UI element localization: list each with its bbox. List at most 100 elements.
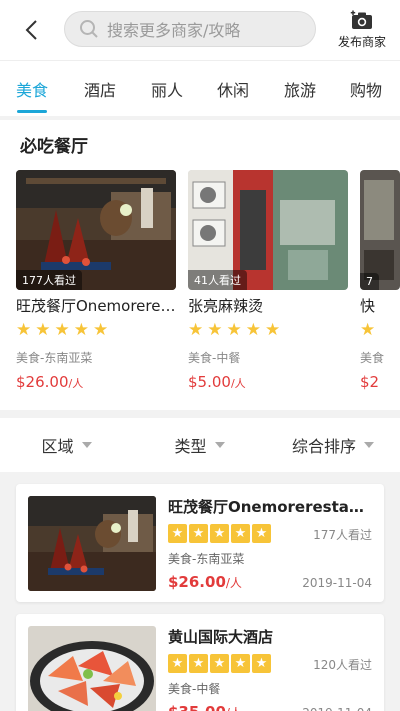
post-date: 2019-11-04 [302, 706, 372, 711]
filter-area[interactable]: 区域 [0, 433, 133, 457]
must-eat-section: 必吃餐厅 177人看过 旺茂餐厅Onemorerest ★ ★ ★ ★ ★ 美食… [0, 120, 400, 410]
star-icon: ★ [168, 654, 187, 673]
caret-down-icon [364, 442, 374, 448]
star-icon: ★ [54, 320, 70, 340]
star-icon: ★ [188, 320, 204, 340]
star-icon: ★ [265, 320, 281, 340]
restaurant-category: 美食-中餐 [188, 351, 241, 365]
list-item[interactable]: 旺茂餐厅Onemorerestaurant ★ ★ ★ ★ ★ 177人看过 美… [16, 484, 384, 602]
top-bar: 搜索更多商家/攻略 发布商家 [0, 0, 400, 60]
restaurant-category: 美食-中餐 [168, 682, 221, 696]
views-badge: 41人看过 [188, 270, 247, 290]
search-placeholder: 搜索更多商家/攻略 [107, 21, 241, 40]
price-value: $35.00 [168, 703, 226, 711]
restaurant-photo: 41人看过 [188, 170, 348, 290]
tab-label: 美食 [16, 80, 49, 100]
star-icon: ★ [360, 320, 376, 340]
restaurant-price: $2 [360, 372, 400, 391]
restaurant-name: 快 [360, 297, 376, 315]
price-value: $26.00 [16, 373, 69, 391]
restaurant-card[interactable]: 177人看过 旺茂餐厅Onemorerestaurant ★ ★ ★ ★ ★ 美… [16, 170, 176, 391]
restaurant-photo: 7 [360, 170, 400, 290]
caret-down-icon [214, 442, 225, 448]
publish-merchant-button[interactable]: 发布商家 [336, 10, 388, 50]
star-rating: ★ ★ ★ ★ ★ [16, 322, 176, 339]
post-date: 2019-11-04 [302, 576, 372, 590]
star-icon: ★ [231, 654, 250, 673]
restaurant-price: $5.00/人 [188, 372, 348, 391]
views-badge: 177人看过 [16, 270, 82, 290]
chevron-left-icon [25, 20, 37, 40]
star-icon: ★ [207, 320, 223, 340]
star-rating: ★ [360, 322, 400, 339]
star-icon: ★ [252, 524, 271, 543]
page: 搜索更多商家/攻略 发布商家 美食 酒店 丽人 休闲 旅游 购物 必吃餐厅 17… [0, 0, 400, 711]
search-icon [80, 20, 98, 38]
restaurant-card[interactable]: 41人看过 张亮麻辣烫 ★ ★ ★ ★ ★ 美食-中餐 $5.00/人 [188, 170, 348, 391]
star-rating: ★ ★ ★ ★ ★ [188, 322, 348, 339]
filter-type[interactable]: 类型 [133, 433, 266, 457]
restaurant-price: $26.00/人 [16, 372, 176, 391]
price-value: $26.00 [168, 573, 226, 591]
tab-label: 丽人 [151, 80, 184, 100]
star-icon: ★ [168, 524, 187, 543]
star-rating: ★ ★ ★ ★ ★ [168, 654, 271, 673]
tab-shopping[interactable]: 购物 [350, 77, 382, 101]
star-icon: ★ [231, 524, 250, 543]
filter-bar: 区域 类型 综合排序 [0, 418, 400, 472]
tab-label: 购物 [350, 80, 383, 100]
views-count: 177人看过 [313, 528, 372, 542]
restaurant-card-partial[interactable]: 7 快 ★ 美食 $2 [360, 170, 400, 391]
restaurant-category: 美食-东南亚菜 [16, 351, 93, 365]
price-unit: /人 [230, 377, 246, 390]
tab-label: 酒店 [84, 80, 117, 100]
category-tabs: 美食 酒店 丽人 休闲 旅游 购物 [0, 60, 400, 116]
tab-hotel[interactable]: 酒店 [84, 77, 116, 101]
list-item[interactable]: 黄山国际大酒店 ★ ★ ★ ★ ★ 120人看过 美食-中餐 $35.00/人 … [16, 614, 384, 711]
tab-travel[interactable]: 旅游 [284, 77, 316, 101]
restaurant-list: 旺茂餐厅Onemorerestaurant ★ ★ ★ ★ ★ 177人看过 美… [0, 472, 400, 711]
star-icon: ★ [210, 524, 229, 543]
tab-leisure[interactable]: 休闲 [217, 77, 249, 101]
price-value: $2 [360, 373, 380, 391]
restaurant-name: 旺茂餐厅Onemorerestaurant [16, 297, 176, 315]
filter-sort[interactable]: 综合排序 [266, 433, 400, 457]
restaurant-photo [28, 626, 156, 711]
star-icon: ★ [35, 320, 51, 340]
star-icon: ★ [73, 320, 89, 340]
tab-beauty[interactable]: 丽人 [151, 77, 183, 101]
filter-label: 区域 [41, 437, 74, 456]
restaurant-price: $26.00/人 [168, 572, 242, 591]
restaurant-photo [28, 496, 156, 591]
views-badge: 7 [360, 273, 379, 290]
filter-label: 类型 [174, 437, 207, 456]
star-icon: ★ [93, 320, 109, 340]
price-unit: /人 [226, 706, 242, 711]
restaurant-price: $35.00/人 [168, 702, 242, 711]
star-icon: ★ [226, 320, 242, 340]
star-rating: ★ ★ ★ ★ ★ [168, 524, 271, 543]
back-button[interactable] [0, 0, 62, 60]
active-tab-indicator [17, 109, 47, 113]
star-icon: ★ [210, 654, 229, 673]
search-bar[interactable]: 搜索更多商家/攻略 [64, 11, 316, 47]
star-icon: ★ [189, 524, 208, 543]
camera-plus-icon [350, 10, 372, 29]
restaurant-category: 美食-东南亚菜 [168, 552, 245, 566]
section-title: 必吃餐厅 [20, 137, 88, 157]
publish-label: 发布商家 [337, 35, 386, 49]
restaurant-photo: 177人看过 [16, 170, 176, 290]
tab-food[interactable]: 美食 [16, 77, 49, 113]
star-icon: ★ [189, 654, 208, 673]
restaurant-category: 美食 [360, 351, 385, 365]
star-icon: ★ [252, 654, 271, 673]
caret-down-icon [81, 442, 92, 448]
price-value: $5.00 [188, 373, 231, 391]
views-count: 120人看过 [313, 658, 372, 672]
price-unit: /人 [225, 576, 242, 590]
star-icon: ★ [245, 320, 261, 340]
restaurant-name: 旺茂餐厅Onemorerestaurant [168, 498, 374, 516]
tab-label: 休闲 [217, 80, 250, 100]
restaurant-name: 张亮麻辣烫 [188, 297, 264, 315]
restaurant-name: 黄山国际大酒店 [168, 628, 274, 646]
